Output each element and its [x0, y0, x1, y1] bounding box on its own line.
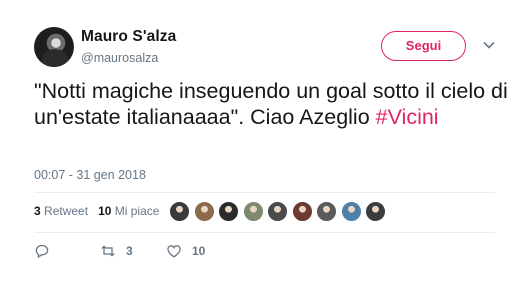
divider — [34, 192, 495, 193]
divider — [34, 232, 495, 233]
liker-avatar-6[interactable] — [291, 201, 313, 222]
tweet-actions: 3 10 — [34, 243, 334, 259]
retweet-stat-count: 3 — [34, 204, 41, 218]
tweet-stats: 3 Retweet 10 Mi piace — [34, 204, 159, 218]
like-button[interactable]: 10 — [166, 243, 205, 259]
author-avatar[interactable] — [34, 27, 74, 67]
tweet-text: "Notti magiche inseguendo un goal sotto … — [34, 78, 514, 130]
like-stat-count: 10 — [98, 204, 112, 218]
retweet-stat[interactable]: 3 Retweet — [34, 204, 88, 218]
liker-avatar-7[interactable] — [316, 201, 337, 222]
retweet-icon — [101, 245, 115, 257]
tweet-timestamp[interactable]: 00:07 - 31 gen 2018 — [34, 168, 146, 182]
like-count: 10 — [192, 244, 206, 258]
tweet-card: Mauro S'alza @maurosalza Segui "Notti ma… — [0, 0, 526, 281]
liker-avatar-1[interactable] — [169, 201, 190, 222]
heart-icon — [167, 245, 181, 258]
reply-icon — [35, 244, 49, 259]
liker-avatar-2[interactable] — [193, 201, 215, 222]
hashtag-link[interactable]: #Vicini — [376, 105, 439, 129]
follow-button[interactable]: Segui — [381, 31, 466, 61]
like-stat[interactable]: 10 Mi piace — [98, 204, 159, 218]
like-stat-label: Mi piace — [114, 204, 160, 218]
liker-avatar-8[interactable] — [340, 201, 362, 222]
author-handle[interactable]: @maurosalza — [81, 51, 158, 65]
chevron-down-icon[interactable] — [482, 38, 496, 52]
liker-avatar-9[interactable] — [365, 201, 386, 222]
retweet-count: 3 — [126, 244, 133, 258]
liker-avatar-3[interactable] — [218, 201, 239, 222]
retweet-stat-label: Retweet — [44, 204, 89, 218]
author-name[interactable]: Mauro S'alza — [81, 28, 176, 46]
reply-button[interactable] — [34, 243, 60, 259]
likers-facepile — [169, 201, 386, 222]
liker-avatar-4[interactable] — [242, 201, 264, 222]
retweet-button[interactable]: 3 — [100, 243, 133, 259]
liker-avatar-5[interactable] — [267, 201, 288, 222]
